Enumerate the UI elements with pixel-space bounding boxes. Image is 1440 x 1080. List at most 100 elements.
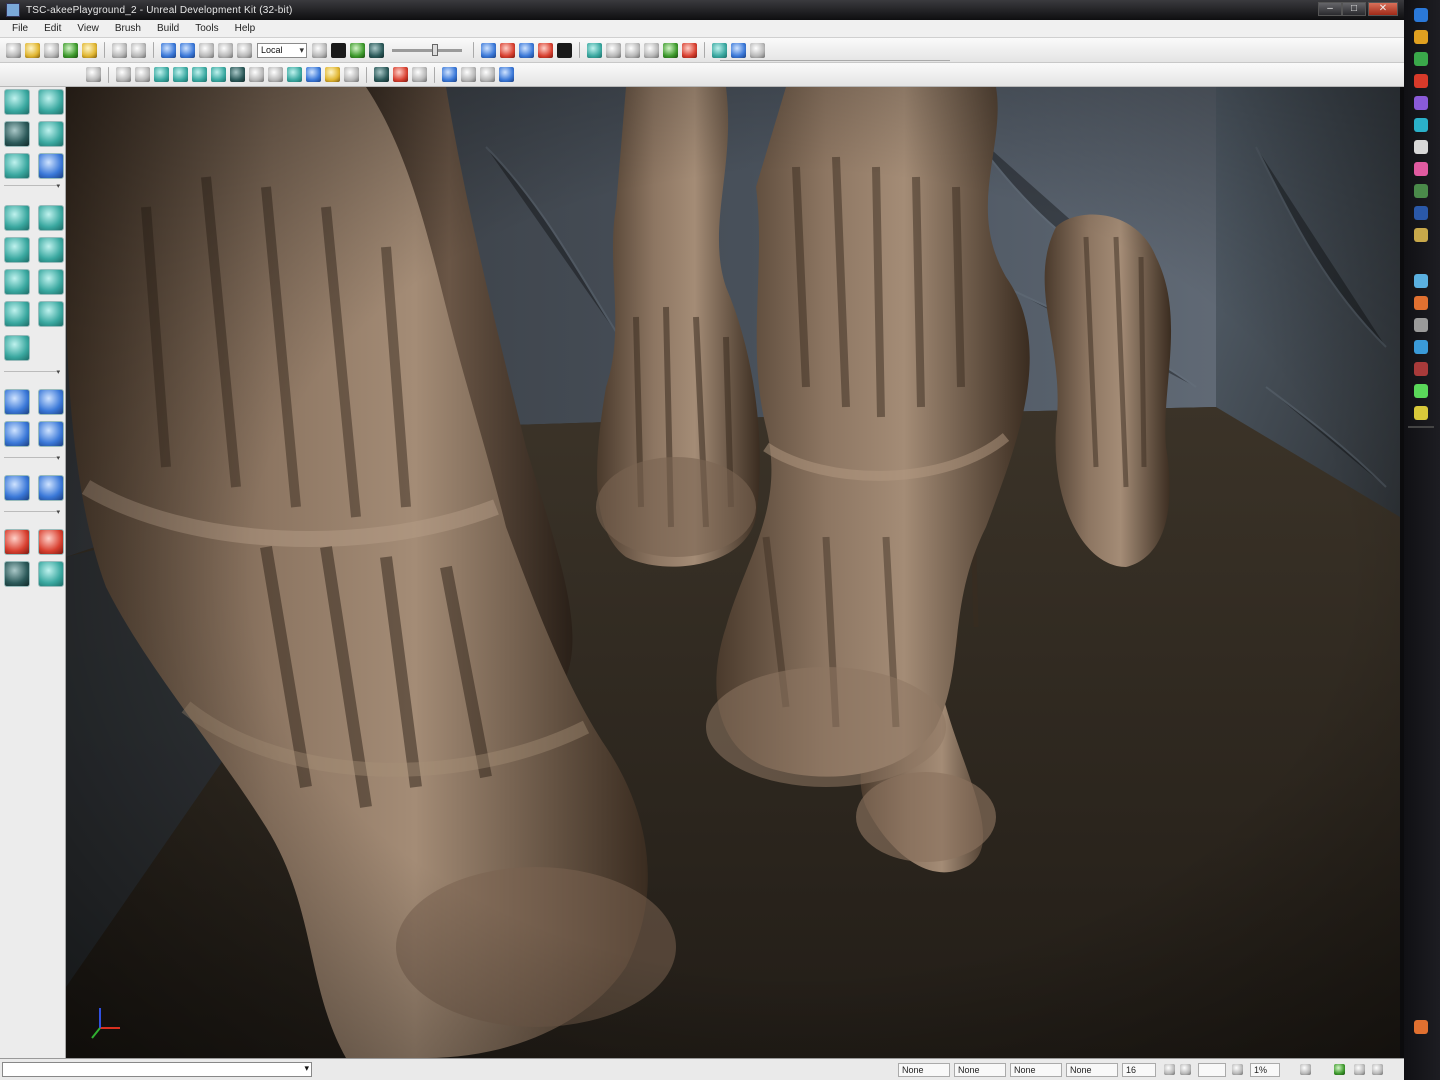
perspective-viewport[interactable] bbox=[66, 87, 1400, 1058]
csg-add-icon[interactable] bbox=[4, 389, 30, 415]
rotation-grid-icon[interactable] bbox=[1180, 1064, 1191, 1075]
texture-density-icon[interactable] bbox=[306, 67, 321, 82]
tool-group-separator[interactable] bbox=[4, 368, 60, 377]
lighting-only-icon[interactable] bbox=[268, 67, 283, 82]
game-view-icon[interactable] bbox=[344, 67, 359, 82]
antivirus-icon[interactable] bbox=[1414, 362, 1428, 376]
zoom-field[interactable]: 1% bbox=[1250, 1063, 1280, 1077]
find-actor-icon[interactable] bbox=[312, 42, 327, 58]
folder-icon[interactable] bbox=[1414, 228, 1428, 242]
hide-selected-icon[interactable] bbox=[38, 529, 64, 555]
detail-lighting-icon[interactable] bbox=[249, 67, 264, 82]
nonuniform-scale-icon[interactable] bbox=[237, 42, 252, 58]
notepad-icon[interactable] bbox=[1414, 140, 1428, 154]
maximize-viewport-icon[interactable] bbox=[499, 67, 514, 82]
world-properties-icon[interactable] bbox=[712, 42, 727, 58]
messenger-icon[interactable] bbox=[1414, 96, 1428, 110]
tool-group-separator[interactable] bbox=[4, 508, 60, 517]
explorer-icon[interactable] bbox=[1414, 74, 1428, 88]
unlit-mode-icon[interactable] bbox=[211, 67, 226, 82]
menu-view[interactable]: View bbox=[69, 23, 107, 34]
chrome-icon[interactable] bbox=[1414, 52, 1428, 66]
light-complexity-icon[interactable] bbox=[287, 67, 302, 82]
menu-tools[interactable]: Tools bbox=[187, 23, 226, 34]
lock-viewport-icon[interactable] bbox=[374, 67, 389, 82]
network-icon[interactable] bbox=[1414, 274, 1428, 288]
skype-icon[interactable] bbox=[1414, 184, 1428, 198]
sheet-brush-icon[interactable] bbox=[38, 269, 64, 295]
update-icon[interactable] bbox=[1414, 340, 1428, 354]
play-on-console-icon[interactable] bbox=[606, 42, 621, 58]
minimize-button[interactable]: – bbox=[1318, 2, 1342, 16]
pawn-view-icon[interactable] bbox=[461, 67, 476, 82]
geometry-mode-icon[interactable] bbox=[38, 89, 64, 115]
redo-icon[interactable] bbox=[131, 42, 146, 58]
mail-icon[interactable] bbox=[1414, 118, 1428, 132]
scale-mode-icon[interactable] bbox=[218, 42, 233, 58]
autosave-icon[interactable] bbox=[1334, 1064, 1345, 1075]
curved-stair-icon[interactable] bbox=[4, 301, 30, 327]
perspective-view-icon[interactable] bbox=[116, 67, 131, 82]
terrain-mode-icon[interactable] bbox=[4, 121, 30, 147]
drag-grid-icon[interactable] bbox=[1164, 1064, 1175, 1075]
menu-help[interactable]: Help bbox=[227, 23, 264, 34]
transform-widget-icon[interactable] bbox=[38, 121, 64, 147]
build-cover-icon[interactable] bbox=[538, 42, 553, 58]
calendar-icon[interactable] bbox=[1414, 296, 1428, 310]
menu-build[interactable]: Build bbox=[149, 23, 187, 34]
close-button[interactable]: ✕ bbox=[1368, 2, 1398, 16]
camera-mode-icon[interactable] bbox=[4, 89, 30, 115]
lit-mode-icon[interactable] bbox=[230, 67, 245, 82]
browser-icon[interactable] bbox=[1414, 8, 1428, 22]
matinee-icon[interactable] bbox=[350, 42, 365, 58]
csg-deintersect-icon[interactable] bbox=[38, 421, 64, 447]
show-all-icon[interactable] bbox=[38, 561, 64, 587]
csg-intersect-icon[interactable] bbox=[4, 421, 30, 447]
tool-group-separator[interactable] bbox=[4, 182, 60, 191]
user-icon[interactable] bbox=[750, 42, 765, 58]
linear-stair-icon[interactable] bbox=[4, 269, 30, 295]
volume-icon[interactable] bbox=[1414, 384, 1428, 398]
save-all-icon[interactable] bbox=[63, 42, 78, 58]
maximize-button[interactable]: □ bbox=[1342, 2, 1366, 16]
snap-grid-icon[interactable] bbox=[625, 42, 640, 58]
word-icon[interactable] bbox=[1414, 206, 1428, 220]
settings-icon[interactable] bbox=[1414, 318, 1428, 332]
streaming-volumes-icon[interactable] bbox=[393, 67, 408, 82]
kismet-icon[interactable] bbox=[331, 42, 346, 58]
camera-speed-slider[interactable] bbox=[392, 43, 462, 56]
front-view-icon[interactable] bbox=[154, 67, 169, 82]
cube-brush-icon[interactable] bbox=[4, 205, 30, 231]
coordinate-system-select[interactable]: Local bbox=[257, 42, 307, 58]
viewport-options-icon[interactable] bbox=[86, 67, 101, 82]
actor-properties-icon[interactable] bbox=[731, 42, 746, 58]
open-map-icon[interactable] bbox=[25, 42, 40, 58]
realtime-update-icon[interactable] bbox=[325, 67, 340, 82]
camera-speed-icon[interactable] bbox=[442, 67, 457, 82]
cone-brush-icon[interactable] bbox=[38, 205, 64, 231]
menu-file[interactable]: File bbox=[4, 23, 36, 34]
play-from-here-icon[interactable] bbox=[480, 67, 495, 82]
menu-brush[interactable]: Brush bbox=[107, 23, 149, 34]
level-browser-icon[interactable] bbox=[369, 42, 384, 58]
side-view-icon[interactable] bbox=[173, 67, 188, 82]
translate-mode-icon[interactable] bbox=[180, 42, 195, 58]
undo-icon[interactable] bbox=[112, 42, 127, 58]
cylinder-brush-icon[interactable] bbox=[4, 237, 30, 263]
content-browser-icon[interactable] bbox=[82, 42, 97, 58]
show-selected-icon[interactable] bbox=[4, 529, 30, 555]
tool-group-separator[interactable] bbox=[4, 454, 60, 463]
play-in-editor-icon[interactable] bbox=[587, 42, 602, 58]
media-icon[interactable] bbox=[1414, 162, 1428, 176]
mesh-paint-icon[interactable] bbox=[38, 153, 64, 179]
texture-align-icon[interactable] bbox=[4, 153, 30, 179]
build-all-icon[interactable] bbox=[557, 42, 572, 58]
sphere-brush-icon[interactable] bbox=[38, 301, 64, 327]
top-view-icon[interactable] bbox=[135, 67, 150, 82]
lighting-info-icon[interactable] bbox=[682, 42, 697, 58]
select-inverse-icon[interactable] bbox=[4, 561, 30, 587]
clock-icon[interactable] bbox=[1414, 406, 1428, 420]
rotation-snap-field[interactable] bbox=[1198, 1063, 1226, 1077]
menu-edit[interactable]: Edit bbox=[36, 23, 69, 34]
rotate-mode-icon[interactable] bbox=[199, 42, 214, 58]
